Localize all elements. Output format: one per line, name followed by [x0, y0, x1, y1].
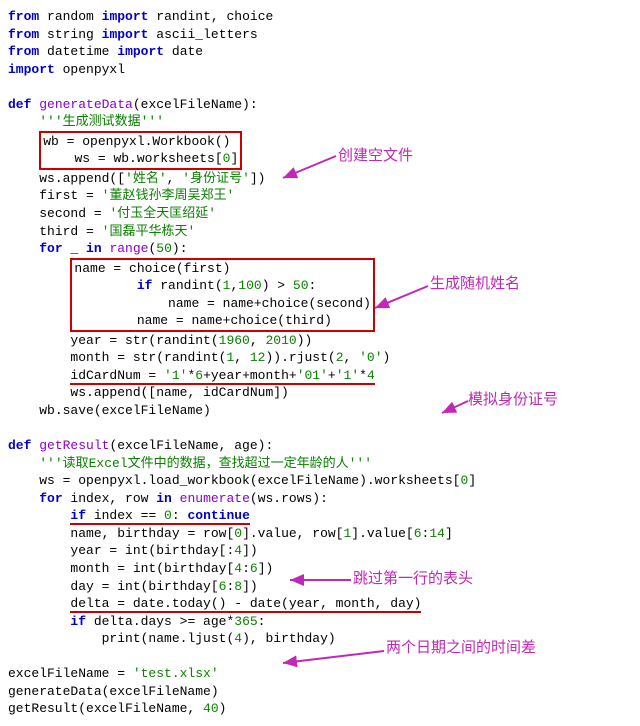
docstring: '''读取Excel文件中的数据，查找超过一定年龄的人'''	[39, 456, 372, 471]
annotation-create-empty-file: 创建空文件	[338, 146, 413, 166]
box-random-name: name = choice(first) if randint(1,100) >…	[70, 258, 374, 332]
code-screenshot: 创建空文件 生成随机姓名 模拟身份证号 跳过第一行的表头 两个日期之间的时间差 …	[8, 8, 632, 718]
def-getResult: getResult	[39, 438, 109, 453]
underline-date-delta: delta = date.today() - date(year, month,…	[70, 596, 421, 613]
annotation-mock-id: 模拟身份证号	[468, 390, 558, 410]
underline-skip-header: if index == 0: continue	[70, 508, 249, 525]
annotation-skip-header: 跳过第一行的表头	[353, 569, 473, 589]
code-block: from random import randint, choice from …	[8, 8, 632, 718]
annotation-date-diff: 两个日期之间的时间差	[386, 638, 536, 658]
kw-from: from	[8, 9, 39, 24]
docstring: '''生成测试数据'''	[39, 114, 164, 129]
underline-idcard: idCardNum = '1'*6+year+month+'01'+'1'*4	[70, 368, 374, 385]
box-create-workbook: wb = openpyxl.Workbook() ws = wb.workshe…	[39, 131, 242, 170]
annotation-random-name: 生成随机姓名	[430, 274, 520, 294]
def-generateData: generateData	[39, 97, 133, 112]
